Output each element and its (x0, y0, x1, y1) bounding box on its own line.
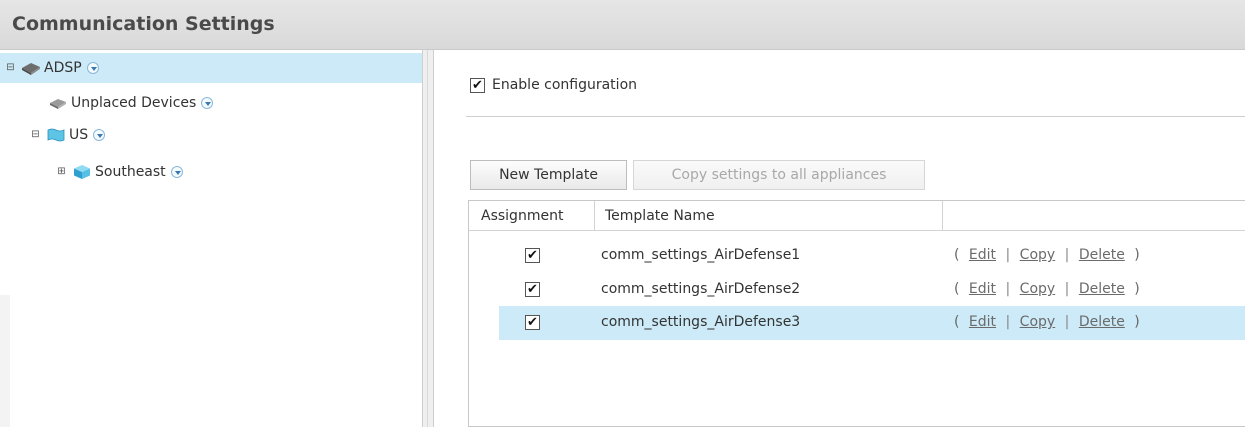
tree-node-unplaced-devices[interactable]: Unplaced Devices (48, 88, 214, 118)
paren-open: ( (954, 281, 960, 297)
separator: | (1005, 247, 1011, 263)
dropdown-icon[interactable] (93, 129, 106, 141)
separator: | (1064, 314, 1070, 330)
copy-settings-button[interactable]: Copy settings to all appliances (633, 160, 925, 190)
template-table: Assignment Template Name ✔ comm_settings… (468, 200, 1245, 427)
copy-link[interactable]: Copy (1020, 314, 1056, 330)
delete-link[interactable]: Delete (1079, 281, 1125, 297)
enable-configuration[interactable]: ✔ Enable configuration (470, 77, 637, 93)
table-header: Assignment Template Name (469, 201, 1245, 231)
row-actions: ( Edit | Copy | Delete ) (954, 314, 1140, 330)
separator: | (1005, 281, 1011, 297)
table-row[interactable]: ✔ comm_settings_AirDefense3 ( Edit | Cop… (499, 306, 1245, 340)
delete-link[interactable]: Delete (1079, 314, 1125, 330)
settings-panel: ✔ Enable configuration New Template Copy… (434, 50, 1245, 427)
column-header-assignment[interactable]: Assignment (469, 201, 595, 231)
dropdown-icon[interactable] (170, 166, 183, 178)
separator: | (1064, 247, 1070, 263)
column-header-actions (943, 201, 1245, 231)
table-row[interactable]: ✔ comm_settings_AirDefense2 ( Edit | Cop… (499, 273, 1245, 307)
separator: | (1005, 314, 1011, 330)
tree-node-adsp[interactable]: ⊟ ADSP (0, 53, 422, 83)
dropdown-icon[interactable] (86, 62, 99, 74)
row-actions: ( Edit | Copy | Delete ) (954, 247, 1140, 263)
tree-node-label: Unplaced Devices (71, 95, 197, 111)
checkbox-icon[interactable]: ✔ (525, 248, 540, 263)
paren-close: ) (1134, 314, 1140, 330)
page-title: Communication Settings (12, 13, 275, 35)
edit-link[interactable]: Edit (969, 281, 996, 297)
copy-link[interactable]: Copy (1020, 247, 1056, 263)
dropdown-icon[interactable] (201, 97, 214, 109)
tree-node-label: ADSP (44, 60, 82, 76)
tree-node-southeast[interactable]: ⊞ Southeast (56, 157, 183, 187)
panel-splitter[interactable] (422, 50, 434, 427)
collapse-icon[interactable]: ⊟ (30, 129, 41, 141)
region-icon (47, 128, 65, 142)
collapse-icon[interactable]: ⊟ (5, 62, 16, 74)
paren-close: ) (1134, 247, 1140, 263)
separator: | (1064, 281, 1070, 297)
appliance-icon (22, 63, 40, 75)
device-icon (50, 99, 66, 109)
enable-configuration-label: Enable configuration (492, 77, 638, 93)
template-name: comm_settings_AirDefense2 (601, 281, 801, 297)
enable-configuration-checkbox[interactable]: ✔ (470, 77, 485, 93)
cube-icon (74, 165, 90, 179)
new-template-button[interactable]: New Template (470, 160, 627, 190)
paren-open: ( (954, 314, 960, 330)
column-header-template-name[interactable]: Template Name (595, 201, 943, 231)
template-name: comm_settings_AirDefense1 (601, 247, 801, 263)
divider (466, 116, 1245, 117)
template-name: comm_settings_AirDefense3 (601, 314, 801, 330)
checkbox-icon[interactable]: ✔ (525, 282, 540, 297)
delete-link[interactable]: Delete (1079, 247, 1125, 263)
paren-open: ( (954, 247, 960, 263)
title-bar: Communication Settings (0, 0, 1245, 50)
tree-node-us[interactable]: ⊟ US (30, 120, 106, 150)
panel-shade (0, 295, 10, 427)
checkbox-icon[interactable]: ✔ (525, 315, 540, 330)
paren-close: ) (1134, 281, 1140, 297)
copy-link[interactable]: Copy (1020, 281, 1056, 297)
edit-link[interactable]: Edit (969, 247, 996, 263)
edit-link[interactable]: Edit (969, 314, 996, 330)
site-tree: ⊟ ADSP Unplaced Devices ⊟ US ⊞ Southeast (0, 50, 422, 427)
expand-icon[interactable]: ⊞ (56, 166, 67, 178)
row-actions: ( Edit | Copy | Delete ) (954, 281, 1140, 297)
tree-node-label: US (69, 127, 89, 143)
table-row[interactable]: ✔ comm_settings_AirDefense1 ( Edit | Cop… (499, 239, 1245, 273)
tree-node-label: Southeast (95, 164, 166, 180)
